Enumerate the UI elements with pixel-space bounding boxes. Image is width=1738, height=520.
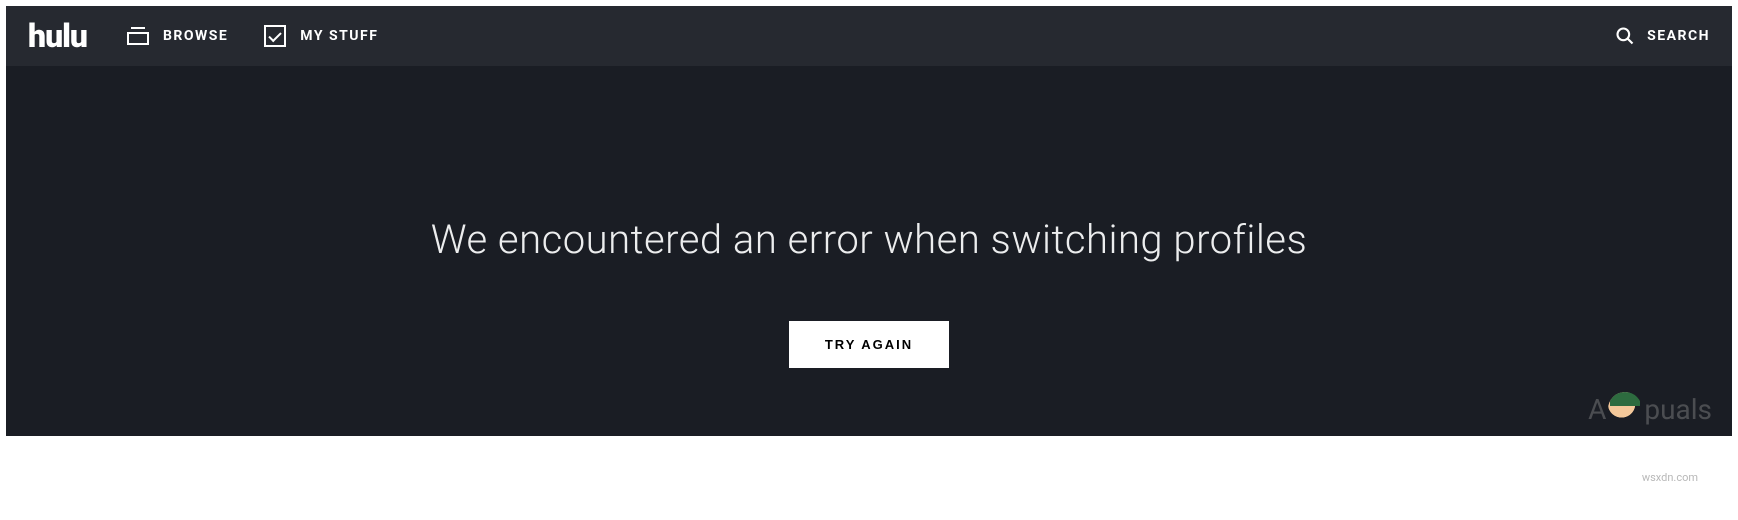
mystuff-label: MY STUFF xyxy=(300,28,378,44)
browse-nav-item[interactable]: BROWSE xyxy=(127,27,228,45)
header-left: hulu BROWSE MY STUFF xyxy=(28,17,378,55)
error-message: We encountered an error when switching p… xyxy=(431,216,1308,263)
checkmark-box-icon xyxy=(264,25,286,47)
hulu-logo[interactable]: hulu xyxy=(28,17,87,55)
try-again-button[interactable]: TRY AGAIN xyxy=(789,321,949,368)
nav-items: BROWSE MY STUFF xyxy=(127,25,378,47)
avatar-icon xyxy=(1608,392,1642,426)
watermark-prefix: A xyxy=(1588,393,1606,426)
watermark-small: wsxdn.com xyxy=(1642,471,1698,484)
header-bar: hulu BROWSE MY STUFF SEARCH xyxy=(6,6,1732,66)
watermark: A puals xyxy=(1588,392,1712,426)
search-nav-item[interactable]: SEARCH xyxy=(1615,26,1710,46)
search-label: SEARCH xyxy=(1647,28,1710,44)
watermark-suffix: puals xyxy=(1644,393,1712,426)
app-container: hulu BROWSE MY STUFF SEARCH xyxy=(6,6,1732,436)
mystuff-nav-item[interactable]: MY STUFF xyxy=(264,25,378,47)
main-content: We encountered an error when switching p… xyxy=(6,66,1732,368)
search-icon xyxy=(1615,26,1635,46)
browse-label: BROWSE xyxy=(163,28,228,44)
browse-icon xyxy=(127,27,149,45)
header-right: SEARCH xyxy=(1615,26,1710,46)
